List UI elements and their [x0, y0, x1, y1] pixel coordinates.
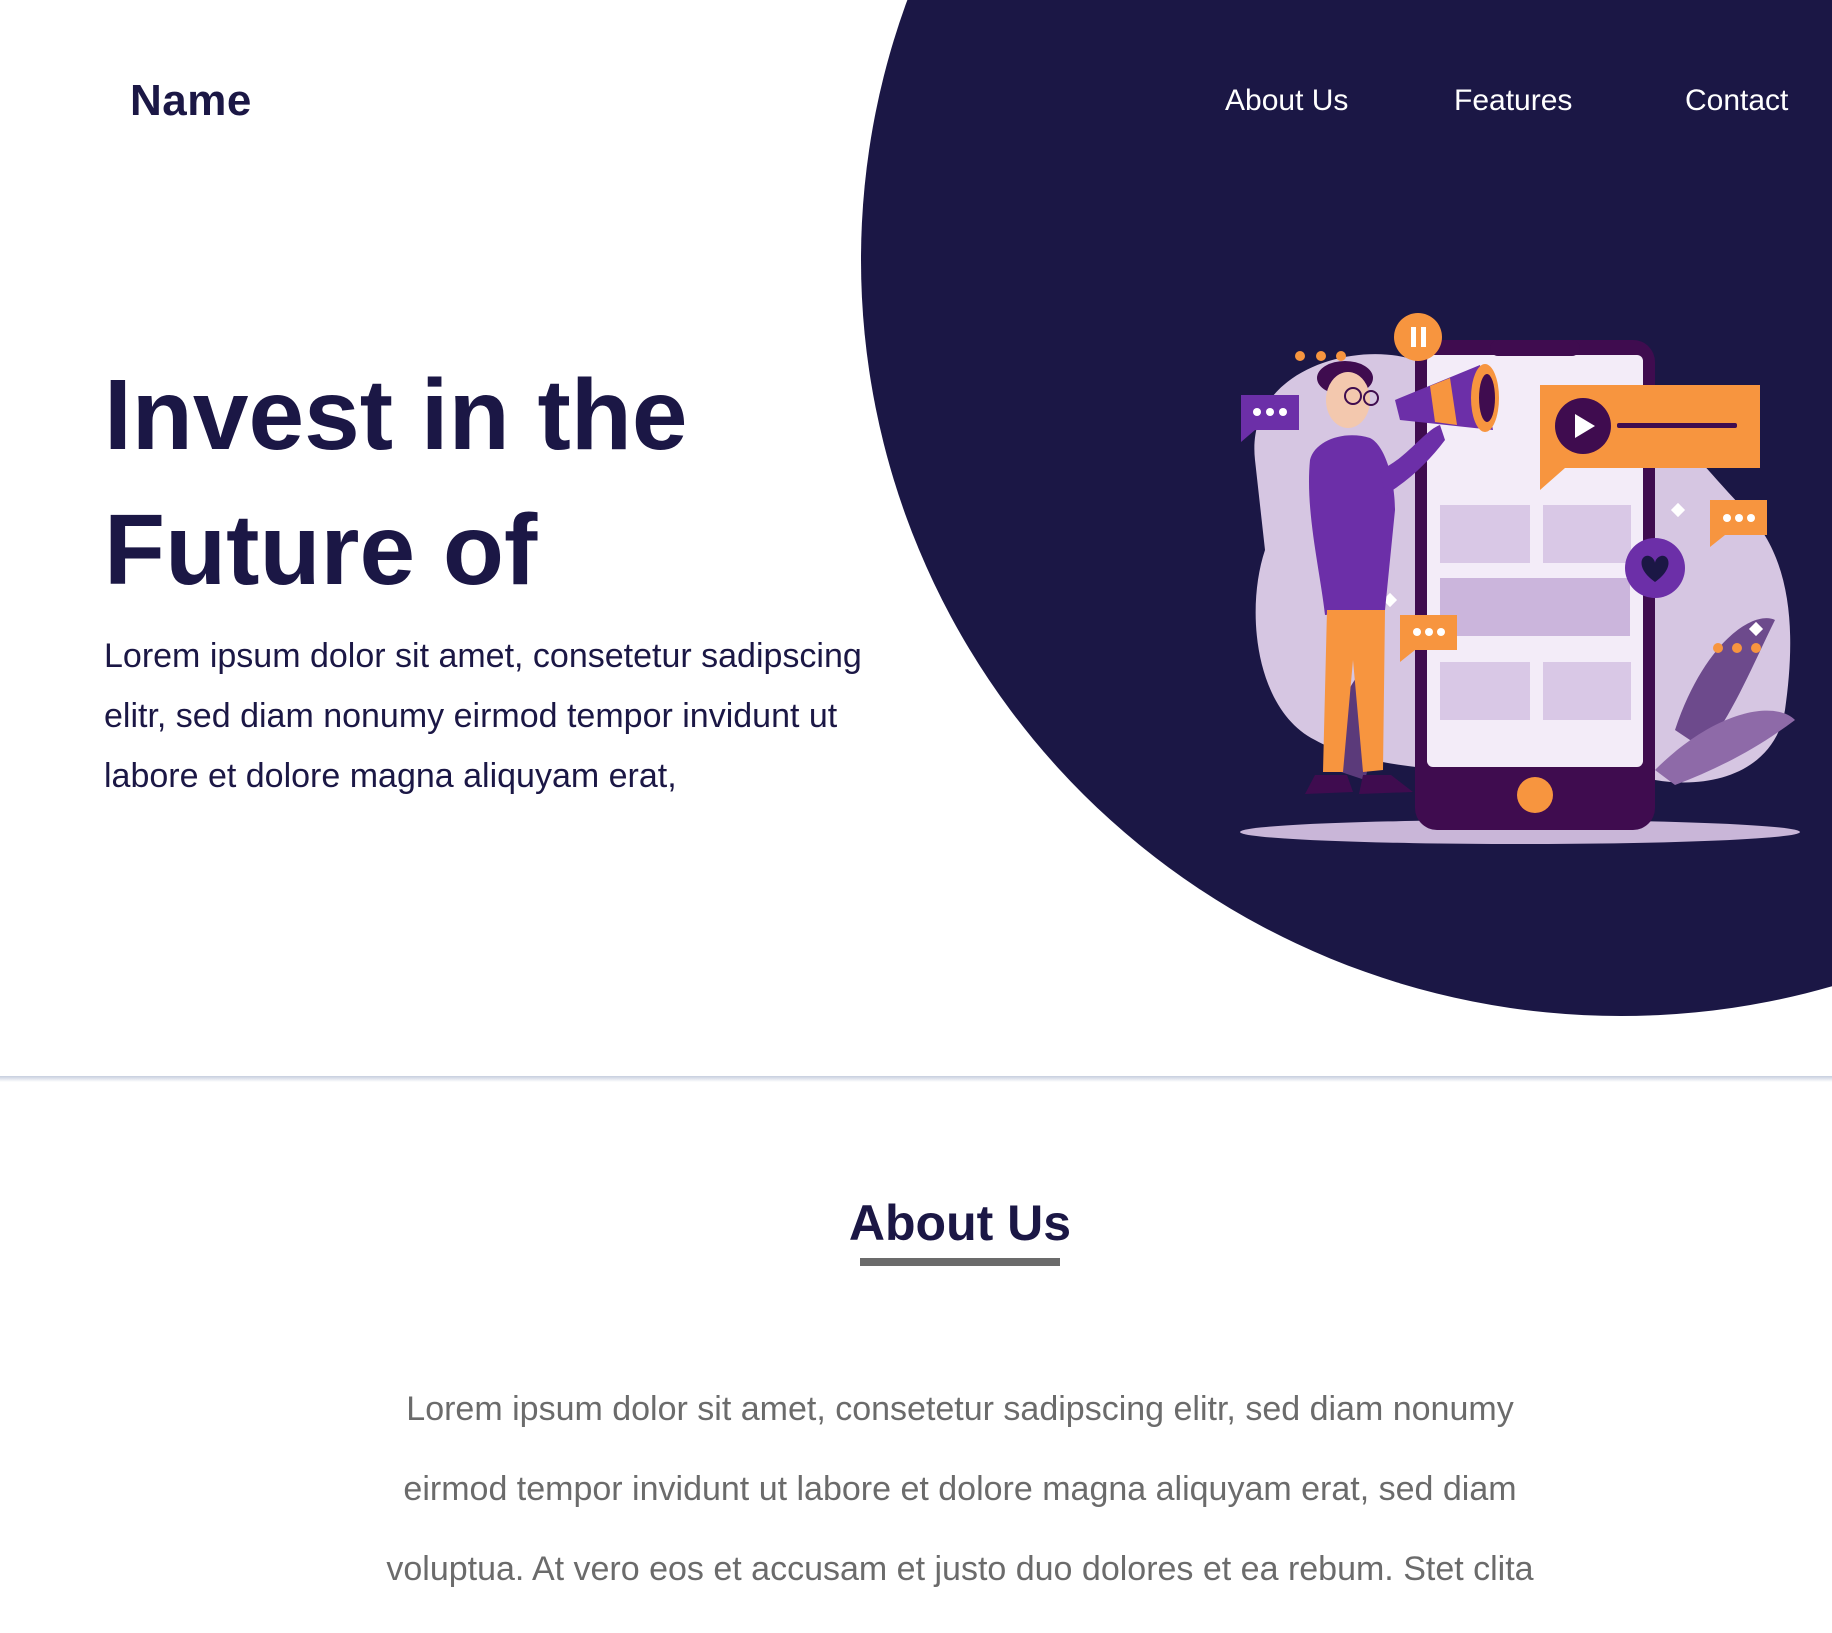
nav-link-contact[interactable]: Contact — [1685, 84, 1788, 118]
marketing-megaphone-illustration — [1240, 313, 1800, 844]
landing-page: Name About Us Features Contact Invest in… — [0, 0, 1832, 1633]
main-navigation: About Us Features Contact — [0, 84, 1832, 124]
hero-section: Name About Us Features Contact Invest in… — [0, 0, 1832, 1076]
about-description: Lorem ipsum dolor sit amet, consetetur s… — [386, 1390, 1534, 1633]
about-title-underline — [860, 1258, 1060, 1266]
nav-link-about-us[interactable]: About Us — [1225, 84, 1348, 118]
hero-description: Lorem ipsum dolor sit amet, consetetur s… — [104, 637, 862, 795]
about-title: About Us — [848, 1195, 1072, 1251]
hero-title: Invest in the Future of — [104, 359, 688, 606]
nav-link-features[interactable]: Features — [1454, 84, 1572, 118]
about-section: About Us Lorem ipsum dolor sit amet, con… — [0, 1082, 1832, 1633]
